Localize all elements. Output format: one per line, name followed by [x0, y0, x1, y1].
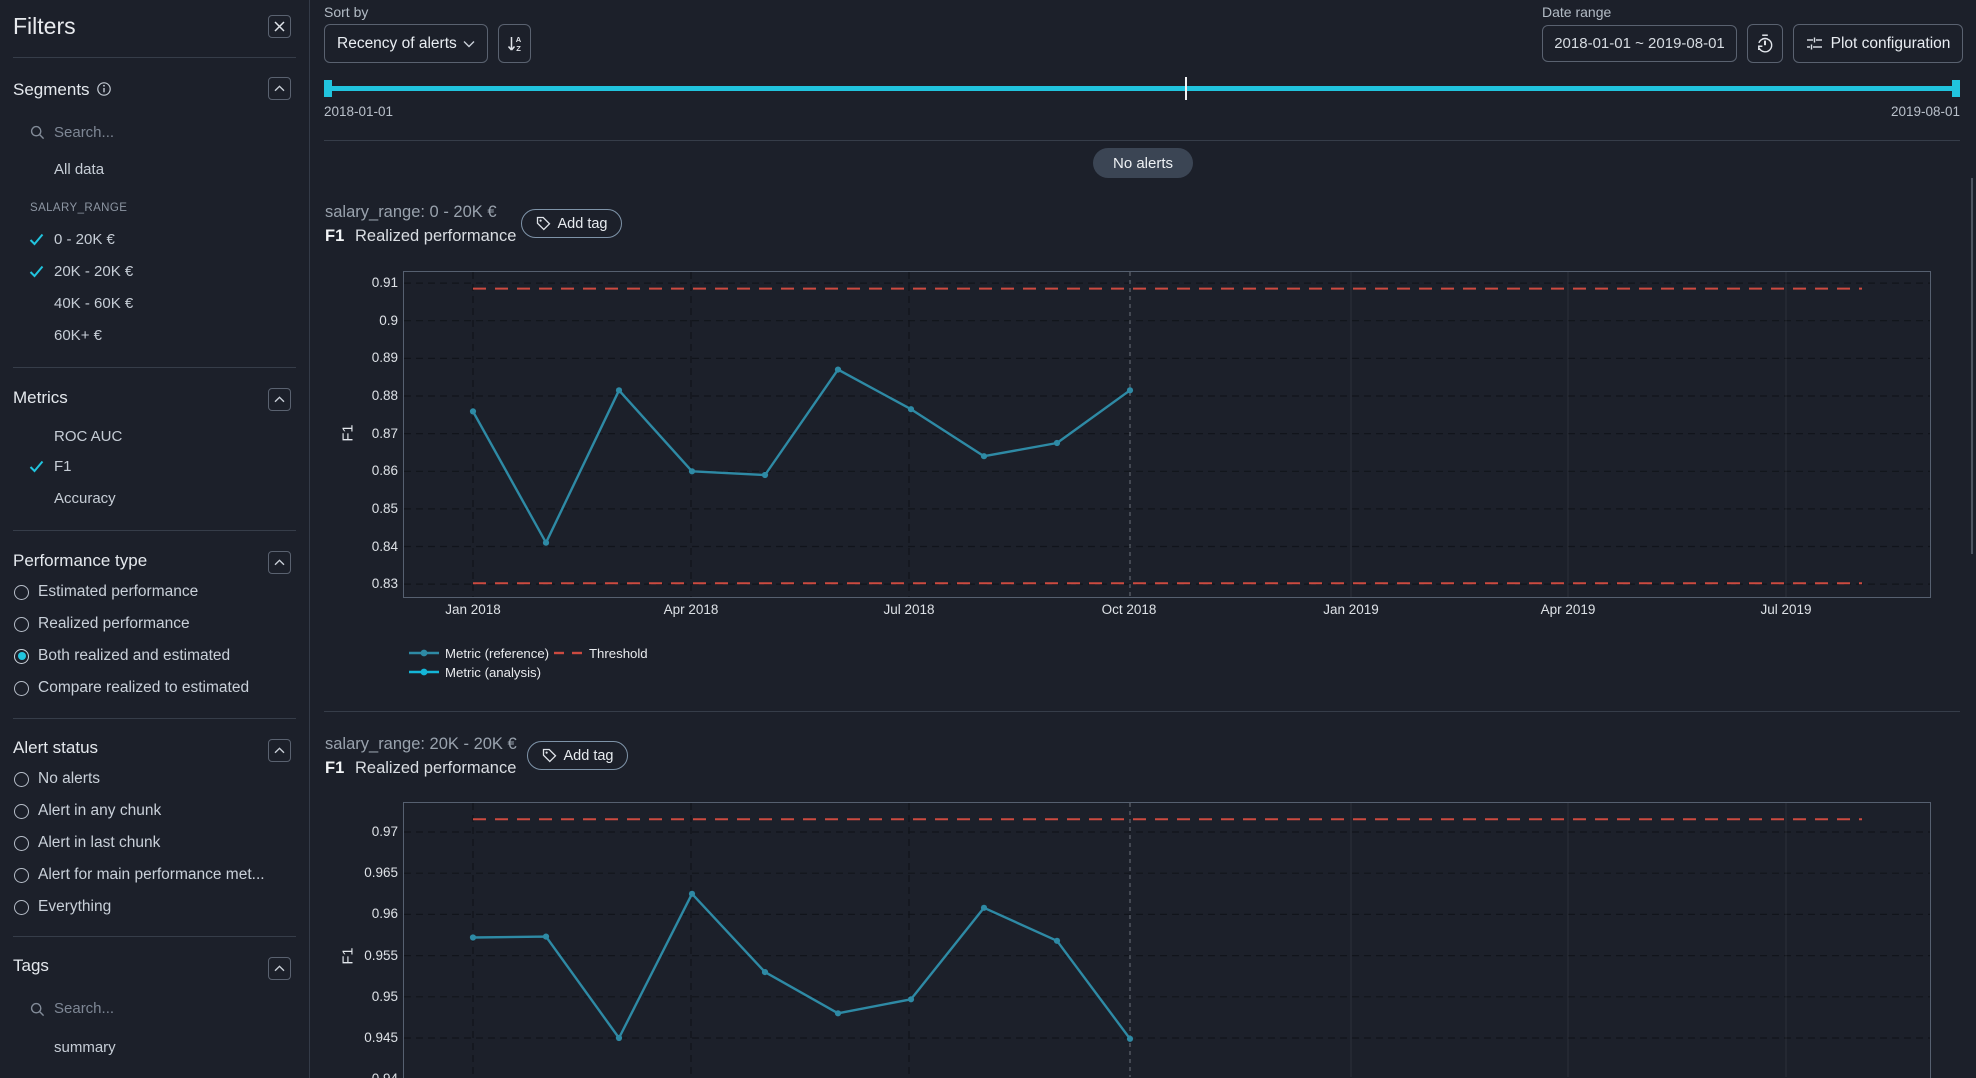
svg-text:A: A [515, 35, 521, 44]
svg-text:Metric (reference): Metric (reference) [445, 646, 549, 661]
svg-text:Z: Z [516, 44, 521, 53]
svg-text:Metric (analysis): Metric (analysis) [445, 665, 541, 680]
svg-text:Threshold: Threshold [589, 646, 648, 661]
